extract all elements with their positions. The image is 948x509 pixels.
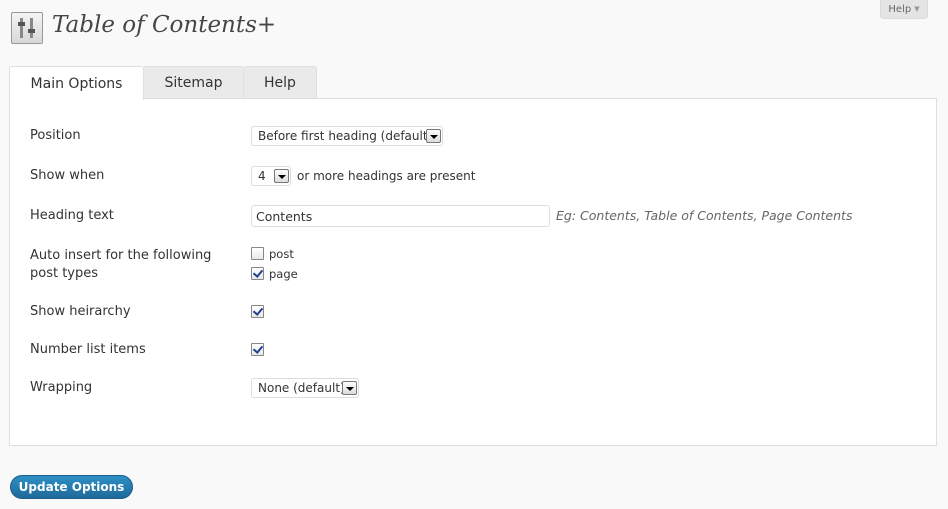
show-when-label: Show when: [30, 168, 105, 183]
post-type-page-label: page: [269, 267, 298, 281]
dropdown-arrow-icon: [426, 129, 441, 143]
dropdown-arrow-icon: [274, 169, 289, 183]
page-title: Table of Contents+: [52, 12, 277, 38]
chevron-down-icon: ▼: [914, 5, 920, 13]
post-type-page-checkbox[interactable]: [251, 267, 264, 280]
position-label: Position: [30, 128, 81, 143]
tab-label: Main Options: [30, 75, 123, 92]
main-options-panel: [9, 98, 937, 446]
update-options-button[interactable]: Update Options: [10, 475, 133, 499]
number-list-items-label: Number list items: [30, 342, 146, 357]
auto-insert-label-line2: post types: [30, 266, 99, 281]
auto-insert-label-line1: Auto insert for the following: [30, 248, 212, 263]
tab-main-options[interactable]: Main Options: [9, 66, 144, 100]
show-when-suffix: or more headings are present: [297, 169, 476, 183]
help-dropdown-tab[interactable]: Help ▼: [880, 0, 928, 19]
heading-text-label: Heading text: [30, 208, 114, 223]
show-when-select-value: 4: [258, 169, 266, 183]
post-type-post-checkbox[interactable]: [251, 247, 264, 260]
wrapping-label: Wrapping: [30, 380, 93, 395]
tab-label: Sitemap: [164, 74, 223, 91]
help-tab-label: Help: [888, 3, 912, 15]
heading-text-hint: Eg: Contents, Table of Contents, Page Co…: [556, 208, 853, 223]
wrapping-select[interactable]: None (default): [251, 378, 359, 398]
show-hierarchy-label: Show heirarchy: [30, 304, 131, 319]
tab-label: Help: [264, 74, 296, 91]
wrapping-select-value: None (default): [258, 381, 345, 395]
dropdown-arrow-icon: [342, 381, 357, 395]
post-type-post-label: post: [269, 247, 294, 261]
settings-sliders-icon: [11, 12, 43, 44]
position-select[interactable]: Before first heading (default): [251, 126, 443, 146]
position-select-value: Before first heading (default): [258, 129, 433, 143]
heading-text-input[interactable]: [251, 205, 550, 227]
tab-help[interactable]: Help: [243, 66, 317, 98]
show-when-select[interactable]: 4: [251, 166, 291, 186]
number-list-items-checkbox[interactable]: [251, 343, 264, 356]
update-options-label: Update Options: [18, 480, 125, 494]
tab-sitemap[interactable]: Sitemap: [143, 66, 244, 98]
show-hierarchy-checkbox[interactable]: [251, 305, 264, 318]
